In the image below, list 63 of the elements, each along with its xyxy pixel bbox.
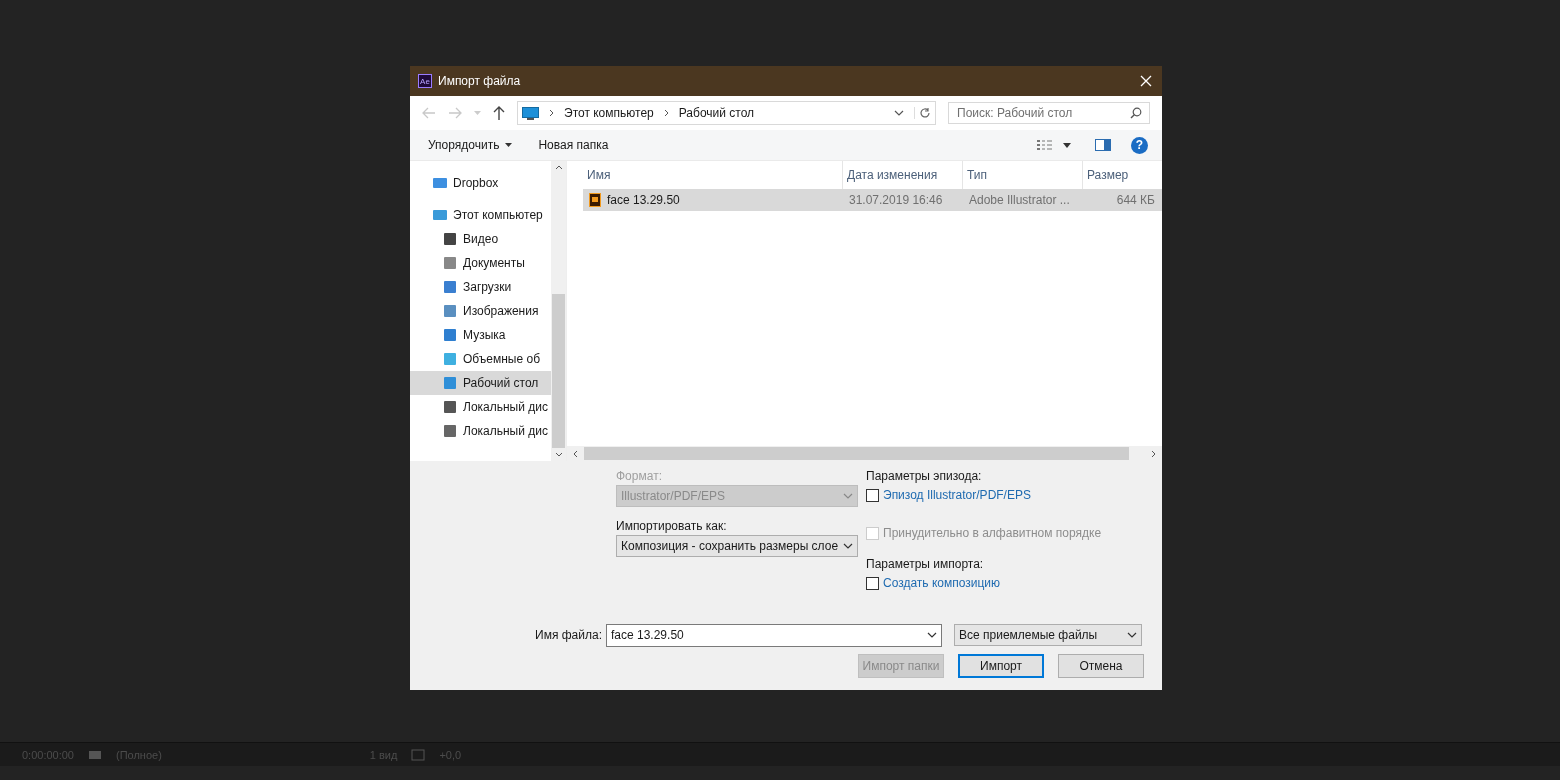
- new-folder-button[interactable]: Новая папка: [530, 136, 617, 154]
- checkbox[interactable]: [866, 576, 879, 590]
- table-cell-text: Adobe Illustrator ...: [968, 193, 1071, 207]
- table-cell-text: 644 КБ: [1115, 193, 1156, 207]
- checkbox-label[interactable]: Эпизод Illustrator/PDF/EPS: [883, 488, 1031, 502]
- chevron-icon: [1127, 632, 1137, 638]
- close-icon[interactable]: [1140, 75, 1152, 87]
- file-name: face 13.29.50: [607, 193, 680, 207]
- breadcrumb[interactable]: Этот компьютер: [564, 106, 654, 120]
- chevron-icon: [927, 632, 937, 638]
- dialog-button[interactable]: Отмена: [1058, 654, 1144, 678]
- preview-pane-icon[interactable]: [1095, 139, 1111, 151]
- window-title: Импорт файла: [438, 74, 522, 88]
- sidebar-item[interactable]: Рабочий стол: [410, 371, 551, 395]
- sidebar-item[interactable]: Музыка: [410, 323, 551, 347]
- caret-icon[interactable]: [1063, 142, 1071, 148]
- sidebar-item[interactable]: Локальный дис: [410, 395, 551, 419]
- table-cell-text: 31.07.2019 16:46: [848, 193, 944, 207]
- monitor-icon: [522, 106, 539, 120]
- checkbox-label[interactable]: Создать композицию: [883, 576, 1001, 590]
- app-badge-icon: Ae: [418, 74, 432, 88]
- breadcrumb[interactable]: Рабочий стол: [678, 106, 755, 120]
- sidebar-item[interactable]: Загрузки: [410, 275, 551, 299]
- caret-icon: [505, 143, 513, 147]
- dialog-button[interactable]: Импорт: [958, 654, 1044, 678]
- chevron-icon: [663, 109, 669, 117]
- group-heading: Параметры импорта:: [866, 556, 985, 573]
- sidebar-item[interactable]: Объемные об: [410, 347, 551, 371]
- checkbox[interactable]: [866, 488, 879, 502]
- refresh-icon[interactable]: [914, 107, 931, 119]
- scroll-down-icon[interactable]: [554, 452, 563, 457]
- sidebar-item[interactable]: Локальный дис: [410, 419, 551, 443]
- scrollbar[interactable]: [551, 161, 566, 461]
- format-label: Формат:: [616, 468, 663, 485]
- ai-file-icon: [589, 193, 601, 207]
- filename-field[interactable]: face 13.29.50: [606, 623, 942, 647]
- import-as-dropdown[interactable]: Композиция - сохранить размеры слое: [616, 535, 858, 557]
- up-arrow-icon[interactable]: [493, 106, 505, 120]
- search-icon: [1130, 107, 1142, 119]
- sidebar-item[interactable]: Изображения: [410, 299, 551, 323]
- file-type-dropdown[interactable]: Все приемлемые файлы: [954, 624, 1142, 646]
- file-row[interactable]: face 13.29.50 31.07.2019 16:46 Adobe Illustrator ... 644 КБ: [583, 189, 1162, 211]
- sidebar-item[interactable]: Видео: [410, 227, 551, 251]
- sidebar-item[interactable]: Этот компьютер: [410, 203, 551, 227]
- help-button[interactable]: ?: [1131, 136, 1148, 154]
- address-bar[interactable]: Этот компьютер Рабочий стол: [517, 101, 936, 125]
- scroll-up-icon[interactable]: [554, 165, 563, 170]
- import-as-label: Импортировать как:: [616, 518, 728, 535]
- chevron-icon: [549, 109, 554, 117]
- column-header[interactable]: Размер: [1083, 161, 1159, 189]
- dropdown-chevron-icon[interactable]: [894, 110, 904, 116]
- scrollbar[interactable]: [567, 446, 1162, 461]
- chevron-icon: [843, 493, 853, 499]
- scroll-right-icon[interactable]: [1151, 449, 1156, 458]
- filename-label: Имя файла:: [534, 628, 603, 642]
- search-field[interactable]: Поиск: Рабочий стол: [948, 102, 1150, 124]
- chevron-icon: [843, 543, 853, 549]
- sidebar-item[interactable]: Документы: [410, 251, 551, 275]
- organize-button[interactable]: Упорядочить: [420, 136, 521, 154]
- scroll-left-icon[interactable]: [573, 449, 578, 458]
- group-heading: Параметры эпизода:: [866, 468, 983, 485]
- view-options-icon[interactable]: [1037, 139, 1053, 151]
- sidebar-item[interactable]: Dropbox: [410, 171, 551, 195]
